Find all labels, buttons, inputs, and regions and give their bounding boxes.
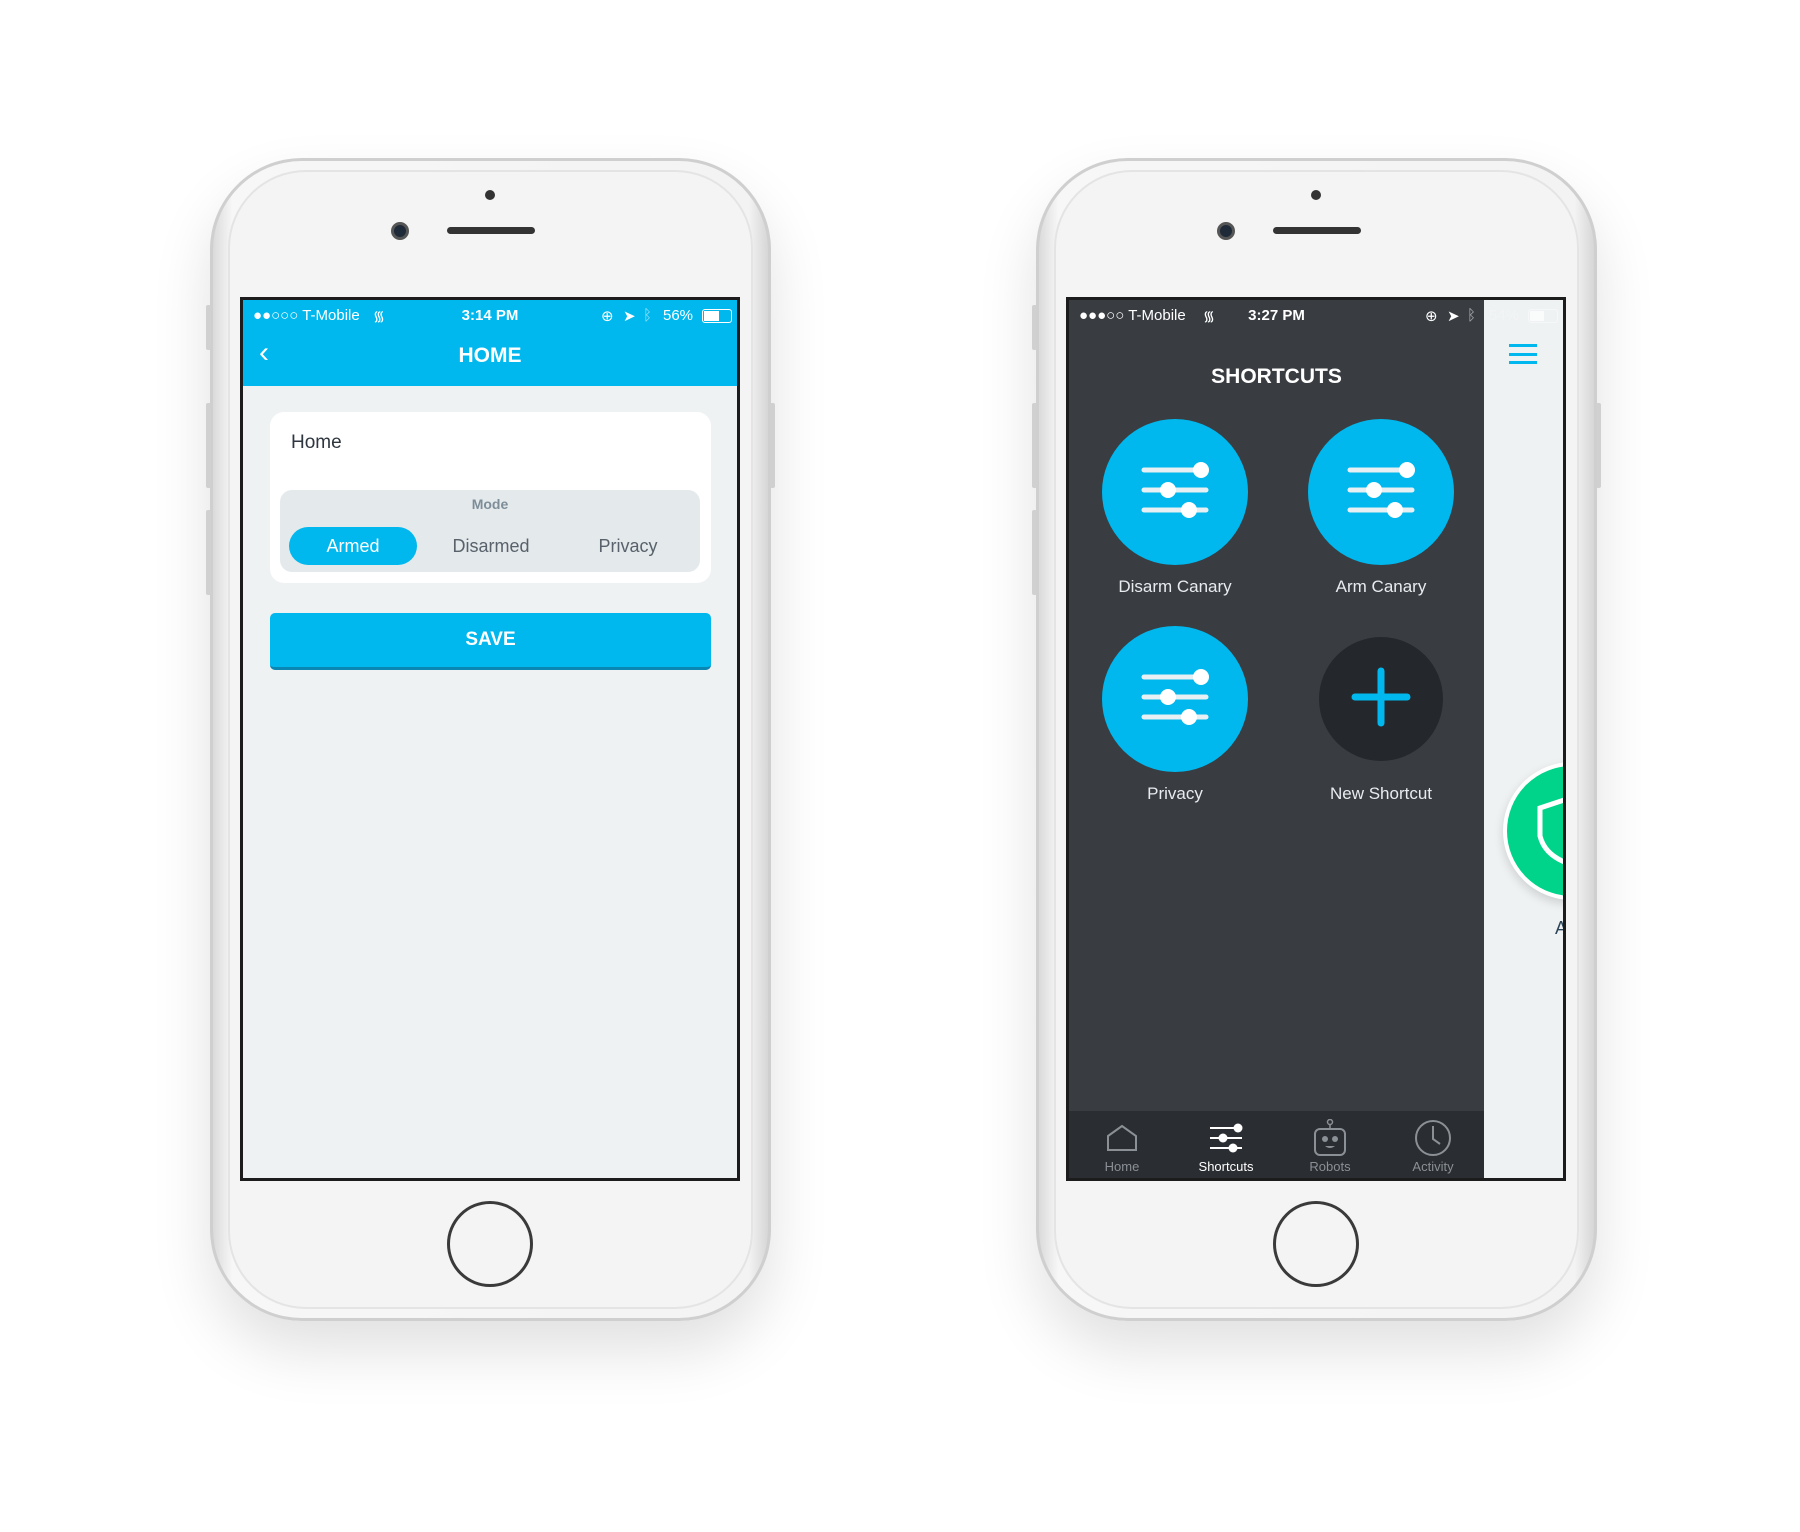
tab-activity[interactable]: Activity xyxy=(1383,1117,1483,1178)
front-camera xyxy=(391,222,409,240)
sliders-icon xyxy=(1346,461,1416,523)
earpiece-speaker xyxy=(1273,227,1361,234)
mute-switch xyxy=(1032,305,1037,350)
volume-up-button xyxy=(1032,403,1037,488)
tab-label: Robots xyxy=(1309,1159,1351,1174)
shield-icon xyxy=(1537,797,1563,865)
armed-label-partial: Ar xyxy=(1555,918,1566,938)
bluetooth-icon: ᛒ xyxy=(643,307,653,324)
shortcut-disarm-canary[interactable] xyxy=(1102,419,1248,565)
volume-down-button xyxy=(206,510,211,595)
mode-label: Mode xyxy=(471,496,509,512)
mode-disarmed[interactable]: Disarmed xyxy=(427,527,555,565)
save-button[interactable]: SAVE xyxy=(270,613,711,670)
status-time: 3:27 PM xyxy=(1248,307,1305,324)
tab-label: Home xyxy=(1104,1159,1140,1174)
battery-percent: 54% xyxy=(1489,307,1520,324)
left-screen: ●●○○○ T-Mobile ᯾ 3:14 PM ⊕ ➤ ᛒ 56% ‹ HOM… xyxy=(240,297,740,1181)
sliders-icon xyxy=(1176,1117,1276,1159)
battery-icon xyxy=(702,309,732,323)
proximity-sensor xyxy=(485,190,495,200)
tab-shortcuts[interactable]: Shortcuts xyxy=(1176,1117,1276,1178)
hamburger-icon[interactable] xyxy=(1509,344,1537,364)
earpiece-speaker xyxy=(447,227,535,234)
bluetooth-icon: ᛒ xyxy=(1467,307,1477,324)
mute-switch xyxy=(206,305,211,350)
volume-down-button xyxy=(1032,510,1037,595)
shortcut-label: Arm Canary xyxy=(1335,577,1427,596)
right-screen: Ar ●●●○○ T-Mobile ᯾ 3:27 PM ⊕ ➤ ᛒ 54% SH… xyxy=(1066,297,1566,1181)
home-button[interactable] xyxy=(1273,1201,1359,1287)
shortcut-label: Disarm Canary xyxy=(1118,577,1232,596)
status-bar: ●●●○○ T-Mobile ᯾ 3:27 PM ⊕ ➤ ᛒ 54% xyxy=(1069,300,1563,332)
shortcut-label: New Shortcut xyxy=(1329,784,1433,803)
power-button xyxy=(1596,403,1601,488)
home-name-field[interactable]: Home xyxy=(291,432,342,454)
home-icon xyxy=(1072,1117,1172,1159)
shortcut-new-shortcut[interactable] xyxy=(1319,637,1443,761)
rotation-lock-icon: ⊕ xyxy=(1425,308,1438,325)
power-button xyxy=(770,403,775,488)
tab-bar: Home Shortcuts Robots Activity xyxy=(1069,1111,1484,1178)
home-card: Home Mode Armed Disarmed Privacy xyxy=(270,412,711,583)
status-bar: ●●○○○ T-Mobile ᯾ 3:14 PM ⊕ ➤ ᛒ 56% xyxy=(243,300,737,332)
tab-robots[interactable]: Robots xyxy=(1280,1117,1380,1178)
shortcut-label: Privacy xyxy=(1147,784,1203,803)
tab-label: Activity xyxy=(1412,1159,1454,1174)
tab-label: Shortcuts xyxy=(1198,1159,1254,1174)
location-icon: ➤ xyxy=(1447,308,1460,325)
sliders-icon xyxy=(1140,668,1210,730)
location-icon: ➤ xyxy=(623,308,636,325)
mode-selector: Mode Armed Disarmed Privacy xyxy=(280,490,700,572)
home-button[interactable] xyxy=(447,1201,533,1287)
mode-armed[interactable]: Armed xyxy=(289,527,417,565)
volume-up-button xyxy=(206,403,211,488)
shortcut-arm-canary[interactable] xyxy=(1308,419,1454,565)
rotation-lock-icon: ⊕ xyxy=(601,308,614,325)
sliders-icon xyxy=(1140,461,1210,523)
battery-percent: 56% xyxy=(663,307,694,324)
armed-mode-button[interactable] xyxy=(1503,762,1563,900)
mode-privacy[interactable]: Privacy xyxy=(564,527,692,565)
page-title: SHORTCUTS xyxy=(1211,365,1342,388)
plus-icon xyxy=(1351,667,1411,732)
shortcut-privacy[interactable] xyxy=(1102,626,1248,772)
front-camera xyxy=(1217,222,1235,240)
proximity-sensor xyxy=(1311,190,1321,200)
battery-icon xyxy=(1528,309,1558,323)
tab-home[interactable]: Home xyxy=(1072,1117,1172,1178)
page-title: HOME xyxy=(458,344,522,367)
clock-icon xyxy=(1383,1117,1483,1159)
robot-icon xyxy=(1280,1117,1380,1159)
